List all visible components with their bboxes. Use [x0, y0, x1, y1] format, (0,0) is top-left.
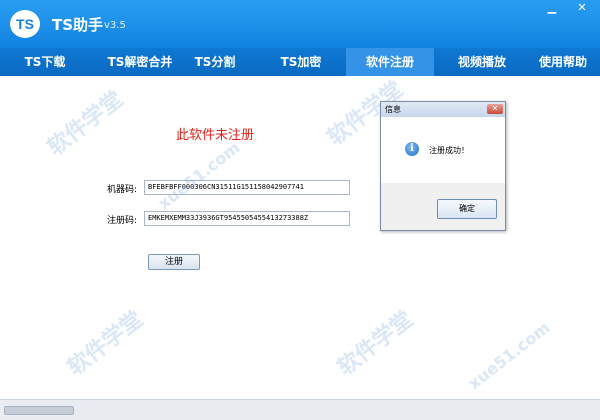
horizontal-scrollbar[interactable]	[4, 406, 74, 415]
app-title: TS助手	[52, 16, 104, 34]
watermark-url: xue51.com	[464, 317, 554, 394]
dialog-close-button[interactable]: ✕	[487, 104, 503, 114]
app-version: v3.5	[104, 20, 126, 31]
dialog-message: 注册成功！	[429, 146, 469, 155]
reg-code-field[interactable]: EMKEMXEMM33J3936GT9545505455413273388Z	[144, 211, 350, 226]
dialog-title: 信息	[385, 105, 401, 114]
dialog-title-bar: 信息 ✕	[381, 102, 505, 117]
dialog-ok-button[interactable]: 确定	[437, 199, 497, 219]
info-icon: i	[405, 142, 419, 156]
register-button[interactable]: 注册	[148, 254, 200, 270]
watermark-url: xue51.com	[154, 137, 244, 214]
tab-ts-encrypt[interactable]: TS加密	[265, 48, 337, 76]
machine-code-label: 机器码:	[107, 185, 138, 195]
watermark-text: 软件学堂	[43, 87, 128, 161]
registration-status: 此软件未注册	[176, 128, 255, 143]
watermark-text: 软件学堂	[333, 307, 418, 381]
tab-ts-split[interactable]: TS分割	[180, 48, 250, 76]
tab-ts-download[interactable]: TS下载	[5, 48, 85, 76]
tab-ts-decrypt-merge[interactable]: TS解密合并	[95, 48, 185, 76]
reg-code-label: 注册码:	[107, 216, 138, 226]
app-logo: TS	[10, 10, 40, 38]
tab-video-play[interactable]: 视频播放	[442, 48, 522, 76]
register-panel: 此软件未注册 机器码: BFEBFBFF000306CN31511G151158…	[0, 76, 600, 399]
info-dialog: 信息 ✕ i 注册成功！ 确定	[380, 101, 506, 231]
tab-software-register[interactable]: 软件注册	[346, 48, 434, 76]
watermark-text: 软件学堂	[63, 307, 148, 381]
status-bar	[0, 399, 600, 420]
tab-help[interactable]: 使用帮助	[530, 48, 596, 76]
dialog-body: i 注册成功！	[381, 117, 505, 183]
title-bar: TS TS助手 v3.5 ▁ ✕	[0, 0, 600, 48]
machine-code-field[interactable]: BFEBFBFF000306CN31511G151158042907741	[144, 180, 350, 195]
close-button[interactable]: ✕	[574, 2, 590, 14]
nav-bar: TS下载 TS解密合并 TS分割 TS加密 软件注册 视频播放 使用帮助	[0, 48, 600, 76]
minimize-button[interactable]: ▁	[544, 2, 560, 14]
